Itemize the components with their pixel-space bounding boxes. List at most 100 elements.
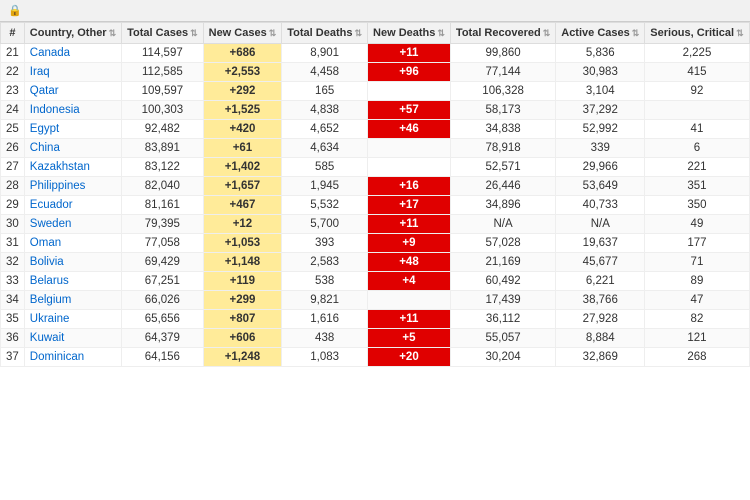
row-new-cases: +61 [203, 139, 282, 158]
table-row: 26China83,891+614,63478,918339658 [1, 139, 750, 158]
row-num: 35 [1, 310, 25, 329]
row-country[interactable]: Dominican [24, 348, 121, 367]
sort-icon-total_deaths[interactable]: ⇅ [354, 28, 362, 39]
row-serious-critical: 47 [645, 291, 749, 310]
col-header-new_deaths[interactable]: New Deaths⇅ [368, 23, 451, 44]
row-total-recovered: 99,860 [450, 44, 555, 63]
row-country[interactable]: Indonesia [24, 101, 121, 120]
col-header-new_cases[interactable]: New Cases⇅ [203, 23, 282, 44]
table-row: 27Kazakhstan83,122+1,40258552,57129,9662… [1, 158, 750, 177]
row-new-cases: +1,248 [203, 348, 282, 367]
row-total-cases: 92,482 [122, 120, 203, 139]
col-header-serious_critical[interactable]: Serious, Critical⇅ [645, 23, 749, 44]
row-serious-critical: 268 [645, 348, 749, 367]
row-serious-critical: 221 [645, 158, 749, 177]
sort-icon-total_recovered[interactable]: ⇅ [543, 28, 551, 39]
row-new-deaths: +11 [368, 215, 451, 234]
row-total-deaths: 438 [282, 329, 368, 348]
row-country[interactable]: Kuwait [24, 329, 121, 348]
row-new-deaths [368, 291, 451, 310]
row-country[interactable]: Ecuador [24, 196, 121, 215]
row-total-recovered: 78,918 [450, 139, 555, 158]
browser-bar: 🔒 [0, 0, 750, 22]
row-active-cases: 6,221 [556, 272, 645, 291]
table-row: 37Dominican64,156+1,2481,083+2030,20432,… [1, 348, 750, 367]
sort-icon-total_cases[interactable]: ⇅ [190, 28, 198, 39]
row-new-cases: +12 [203, 215, 282, 234]
row-total-deaths: 5,532 [282, 196, 368, 215]
row-country[interactable]: Iraq [24, 63, 121, 82]
col-header-country[interactable]: Country, Other⇅ [24, 23, 121, 44]
row-active-cases: 45,677 [556, 253, 645, 272]
row-new-deaths: +17 [368, 196, 451, 215]
row-new-deaths: +20 [368, 348, 451, 367]
row-serious-critical: 415 [645, 63, 749, 82]
row-total-deaths: 5,700 [282, 215, 368, 234]
row-total-deaths: 4,458 [282, 63, 368, 82]
row-country[interactable]: Qatar [24, 82, 121, 101]
row-country[interactable]: China [24, 139, 121, 158]
row-total-cases: 81,161 [122, 196, 203, 215]
row-new-cases: +1,525 [203, 101, 282, 120]
row-total-deaths: 1,945 [282, 177, 368, 196]
row-num: 31 [1, 234, 25, 253]
row-country[interactable]: Belarus [24, 272, 121, 291]
col-header-total_deaths[interactable]: Total Deaths⇅ [282, 23, 368, 44]
row-active-cases: 339 [556, 139, 645, 158]
row-country[interactable]: Egypt [24, 120, 121, 139]
row-new-deaths: +5 [368, 329, 451, 348]
col-header-active_cases[interactable]: Active Cases⇅ [556, 23, 645, 44]
row-country[interactable]: Canada [24, 44, 121, 63]
row-total-recovered: 106,328 [450, 82, 555, 101]
row-num: 34 [1, 291, 25, 310]
row-num: 37 [1, 348, 25, 367]
table-row: 33Belarus67,251+119538+460,4926,221897,1… [1, 272, 750, 291]
row-serious-critical: 121 [645, 329, 749, 348]
row-country[interactable]: Oman [24, 234, 121, 253]
row-active-cases: 40,733 [556, 196, 645, 215]
row-total-cases: 100,303 [122, 101, 203, 120]
row-country[interactable]: Bolivia [24, 253, 121, 272]
sort-icon-new_cases[interactable]: ⇅ [269, 28, 277, 39]
col-header-total_cases[interactable]: Total Cases⇅ [122, 23, 203, 44]
row-total-recovered: 55,057 [450, 329, 555, 348]
row-country[interactable]: Ukraine [24, 310, 121, 329]
row-total-cases: 66,026 [122, 291, 203, 310]
col-header-total_recovered[interactable]: Total Recovered⇅ [450, 23, 555, 44]
row-active-cases: 32,869 [556, 348, 645, 367]
row-serious-critical: 41 [645, 120, 749, 139]
row-serious-critical: 92 [645, 82, 749, 101]
sort-icon-active_cases[interactable]: ⇅ [632, 28, 640, 39]
row-serious-critical [645, 101, 749, 120]
row-total-recovered: 58,173 [450, 101, 555, 120]
row-serious-critical: 6 [645, 139, 749, 158]
row-active-cases: 53,649 [556, 177, 645, 196]
row-num: 32 [1, 253, 25, 272]
row-total-cases: 114,597 [122, 44, 203, 63]
table-row: 35Ukraine65,656+8071,616+1136,11227,9288… [1, 310, 750, 329]
row-new-cases: +1,053 [203, 234, 282, 253]
row-total-recovered: 21,169 [450, 253, 555, 272]
row-serious-critical: 49 [645, 215, 749, 234]
row-serious-critical: 71 [645, 253, 749, 272]
row-active-cases: 37,292 [556, 101, 645, 120]
sort-icon-serious_critical[interactable]: ⇅ [736, 28, 744, 39]
row-country[interactable]: Philippines [24, 177, 121, 196]
row-total-cases: 65,656 [122, 310, 203, 329]
sort-icon-country[interactable]: ⇅ [109, 28, 117, 39]
table-row: 31Oman77,058+1,053393+957,02819,63717715… [1, 234, 750, 253]
row-country[interactable]: Belgium [24, 291, 121, 310]
sort-icon-new_deaths[interactable]: ⇅ [437, 28, 445, 39]
row-total-deaths: 9,821 [282, 291, 368, 310]
table-header: #Country, Other⇅Total Cases⇅New Cases⇅To… [1, 23, 750, 44]
row-total-recovered: 57,028 [450, 234, 555, 253]
row-country[interactable]: Kazakhstan [24, 158, 121, 177]
row-total-cases: 109,597 [122, 82, 203, 101]
row-num: 36 [1, 329, 25, 348]
row-num: 33 [1, 272, 25, 291]
row-new-cases: +686 [203, 44, 282, 63]
row-total-recovered: 77,144 [450, 63, 555, 82]
row-total-cases: 79,395 [122, 215, 203, 234]
row-country[interactable]: Sweden [24, 215, 121, 234]
row-total-deaths: 4,838 [282, 101, 368, 120]
